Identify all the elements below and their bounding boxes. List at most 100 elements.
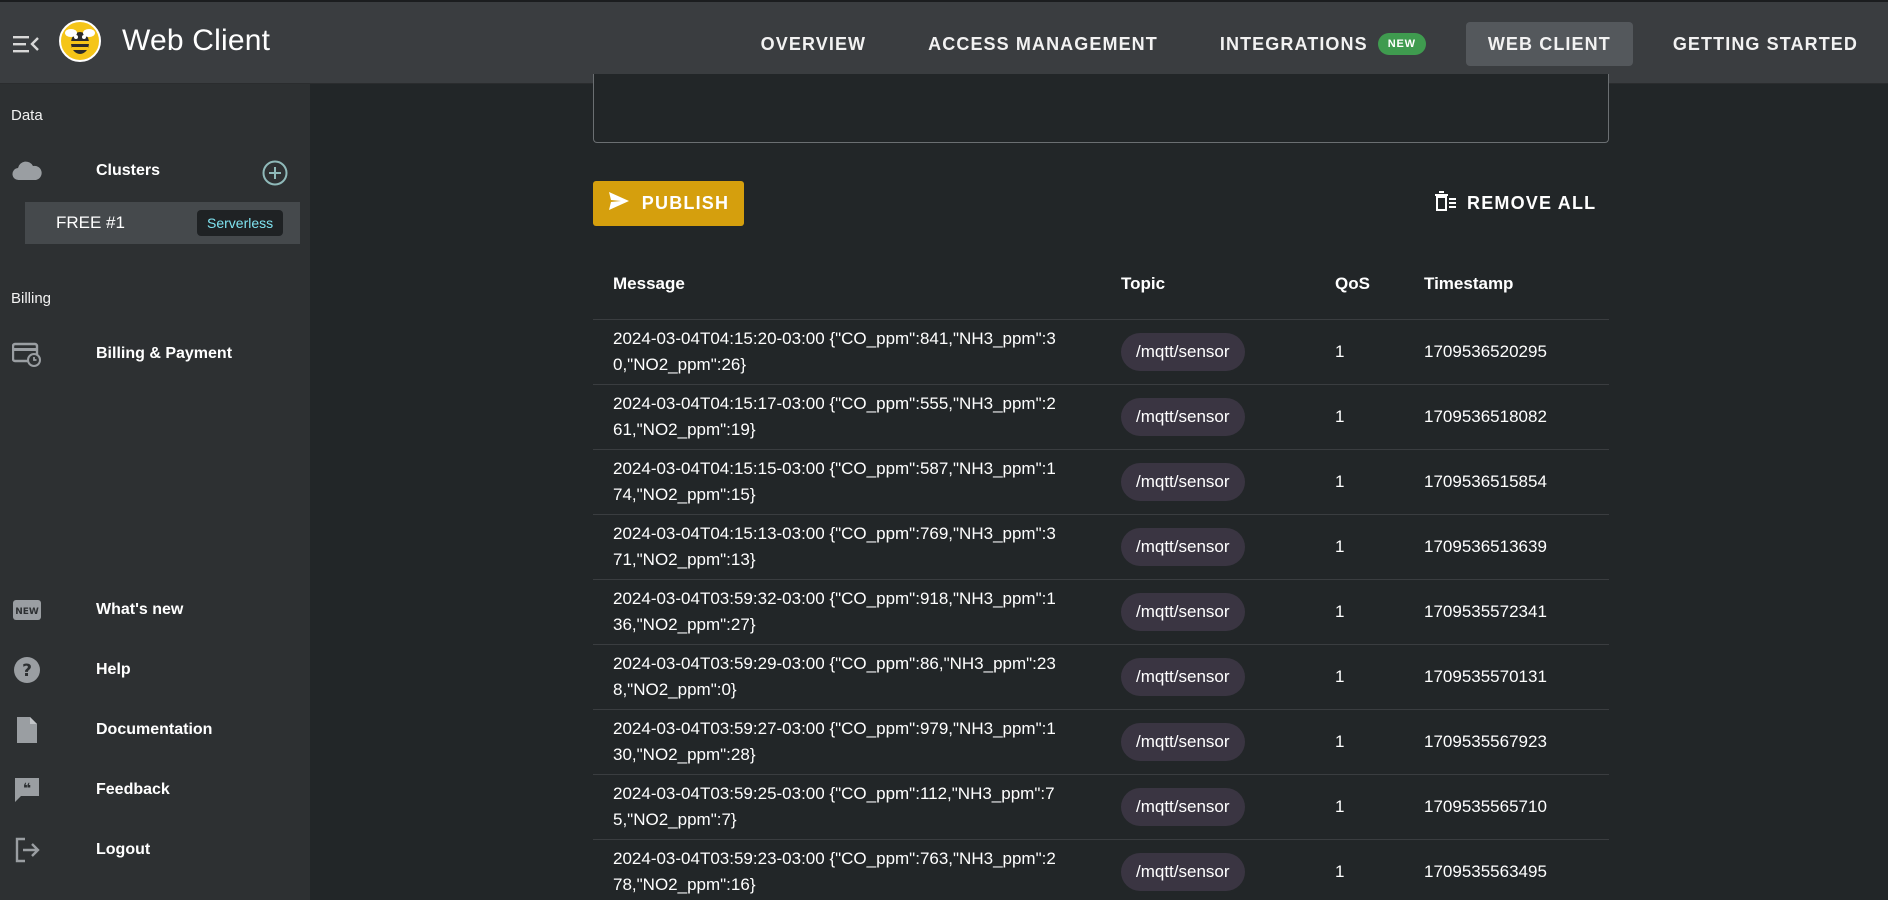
sidebar-item-logout[interactable]: Logout: [0, 828, 310, 872]
timestamp-cell: 1709535572341: [1404, 579, 1609, 645]
message-cell: 2024-03-04T03:59:29-03:00 {"CO_ppm":86,"…: [593, 644, 1101, 710]
nav-access-management-label: ACCESS MANAGEMENT: [928, 33, 1158, 54]
qos-cell: 1: [1315, 319, 1404, 385]
sidebar-item-clusters-label: Clusters: [96, 162, 161, 179]
feedback-icon: ❝: [12, 775, 42, 805]
topic-chip: /mqtt/sensor: [1121, 462, 1245, 501]
qos-cell: 1: [1315, 709, 1404, 775]
timestamp-cell: 1709535565710: [1404, 774, 1609, 840]
new-icon: NEW: [12, 595, 42, 625]
message-cell: 2024-03-04T03:59:23-03:00 {"CO_ppm":763,…: [593, 839, 1101, 900]
timestamp-cell: 1709536518082: [1404, 384, 1609, 450]
add-cluster-icon[interactable]: [262, 160, 288, 186]
clear-all-icon: [1435, 191, 1457, 216]
send-icon: [608, 191, 630, 216]
sidebar-item-documentation[interactable]: Documentation: [0, 708, 310, 752]
message-cell: 2024-03-04T04:15:13-03:00 {"CO_ppm":769,…: [593, 514, 1101, 580]
cluster-name: FREE #1: [56, 213, 125, 232]
topic-cell: /mqtt/sensor: [1101, 319, 1315, 385]
sidebar-item-feedback[interactable]: ❝ Feedback: [0, 768, 310, 812]
app-title: Web Client: [122, 24, 271, 57]
message-cell: 2024-03-04T03:59:27-03:00 {"CO_ppm":979,…: [593, 709, 1101, 775]
cloud-icon: [12, 156, 42, 186]
topic-cell: /mqtt/sensor: [1101, 839, 1315, 900]
topic-cell: /mqtt/sensor: [1101, 514, 1315, 580]
payload-textarea[interactable]: [593, 74, 1609, 143]
column-header-qos[interactable]: QoS: [1315, 250, 1404, 320]
nav-getting-started[interactable]: GETTING STARTED: [1651, 22, 1880, 66]
sidebar-item-feedback-label: Feedback: [96, 781, 170, 798]
table-header-row: Message Topic QoS Timestamp: [593, 250, 1609, 320]
document-icon: [12, 715, 42, 745]
nav-integrations-label: INTEGRATIONS: [1219, 33, 1368, 54]
table-row[interactable]: 2024-03-04T03:59:23-03:00 {"CO_ppm":763,…: [593, 839, 1609, 900]
timestamp-cell: 1709536515854: [1404, 449, 1609, 515]
svg-text:?: ?: [22, 661, 32, 681]
message-cell: 2024-03-04T03:59:32-03:00 {"CO_ppm":918,…: [593, 579, 1101, 645]
menu-collapse-icon[interactable]: [13, 32, 39, 56]
nav-overview-label: OVERVIEW: [760, 33, 867, 54]
sidebar-item-documentation-label: Documentation: [96, 721, 213, 738]
sidebar: Data Clusters FREE #1 Serverless Billing: [0, 84, 310, 900]
topic-chip: /mqtt/sensor: [1121, 722, 1245, 761]
table-row[interactable]: 2024-03-04T04:15:17-03:00 {"CO_ppm":555,…: [593, 384, 1609, 450]
remove-all-button-label: REMOVE ALL: [1467, 193, 1597, 213]
nav-access-management[interactable]: ACCESS MANAGEMENT: [906, 22, 1180, 66]
topic-cell: /mqtt/sensor: [1101, 449, 1315, 515]
qos-cell: 1: [1315, 774, 1404, 840]
nav-integrations[interactable]: INTEGRATIONS NEW: [1198, 22, 1448, 66]
message-cell: 2024-03-04T04:15:17-03:00 {"CO_ppm":555,…: [593, 384, 1101, 450]
topic-chip: /mqtt/sensor: [1121, 657, 1245, 696]
sidebar-item-whats-new[interactable]: NEW What's new: [0, 588, 310, 632]
serverless-badge: Serverless: [197, 210, 284, 236]
svg-text:NEW: NEW: [15, 607, 39, 617]
timestamp-cell: 1709535563495: [1404, 839, 1609, 900]
column-header-topic[interactable]: Topic: [1101, 250, 1315, 320]
timestamp-cell: 1709535567923: [1404, 709, 1609, 775]
publish-button[interactable]: PUBLISH: [593, 181, 744, 226]
top-bar: Web Client OVERVIEW ACCESS MANAGEMENT IN…: [0, 0, 1888, 84]
cluster-card[interactable]: FREE #1 Serverless: [25, 202, 300, 244]
qos-cell: 1: [1315, 449, 1404, 515]
sidebar-item-help[interactable]: ? Help: [0, 648, 310, 692]
timestamp-cell: 1709535570131: [1404, 644, 1609, 710]
remove-all-button[interactable]: REMOVE ALL: [1435, 181, 1596, 226]
sidebar-item-whats-new-label: What's new: [96, 601, 184, 618]
table-row[interactable]: 2024-03-04T03:59:32-03:00 {"CO_ppm":918,…: [593, 579, 1609, 645]
topic-chip: /mqtt/sensor: [1121, 527, 1245, 566]
topic-cell: /mqtt/sensor: [1101, 774, 1315, 840]
qos-cell: 1: [1315, 579, 1404, 645]
nav-overview[interactable]: OVERVIEW: [739, 22, 889, 66]
message-cell: 2024-03-04T03:59:25-03:00 {"CO_ppm":112,…: [593, 774, 1101, 840]
table-row[interactable]: 2024-03-04T04:15:20-03:00 {"CO_ppm":841,…: [593, 319, 1609, 385]
qos-cell: 1: [1315, 384, 1404, 450]
help-icon: ?: [12, 655, 42, 685]
topic-chip: /mqtt/sensor: [1121, 332, 1245, 371]
sidebar-item-billing[interactable]: Billing & Payment: [0, 332, 310, 376]
sidebar-item-help-label: Help: [96, 661, 131, 678]
new-badge: NEW: [1377, 33, 1426, 55]
timestamp-cell: 1709536520295: [1404, 319, 1609, 385]
qos-cell: 1: [1315, 839, 1404, 900]
svg-text:❝: ❝: [23, 781, 31, 797]
logout-icon: [12, 835, 42, 865]
table-row[interactable]: 2024-03-04T04:15:13-03:00 {"CO_ppm":769,…: [593, 514, 1609, 580]
column-header-timestamp[interactable]: Timestamp: [1404, 250, 1609, 320]
timestamp-cell: 1709536513639: [1404, 514, 1609, 580]
column-header-message[interactable]: Message: [593, 250, 1101, 320]
sidebar-item-billing-label: Billing & Payment: [96, 345, 233, 362]
topic-cell: /mqtt/sensor: [1101, 384, 1315, 450]
message-cell: 2024-03-04T04:15:15-03:00 {"CO_ppm":587,…: [593, 449, 1101, 515]
table-row[interactable]: 2024-03-04T03:59:27-03:00 {"CO_ppm":979,…: [593, 709, 1609, 775]
table-row[interactable]: 2024-03-04T03:59:25-03:00 {"CO_ppm":112,…: [593, 774, 1609, 840]
table-row[interactable]: 2024-03-04T04:15:15-03:00 {"CO_ppm":587,…: [593, 449, 1609, 515]
topic-cell: /mqtt/sensor: [1101, 579, 1315, 645]
topic-chip: /mqtt/sensor: [1121, 852, 1245, 891]
topic-chip: /mqtt/sensor: [1121, 397, 1245, 436]
messages-table: Message Topic QoS Timestamp 2024-03-04T0…: [593, 250, 1609, 900]
nav-getting-started-label: GETTING STARTED: [1672, 33, 1858, 54]
table-row[interactable]: 2024-03-04T03:59:29-03:00 {"CO_ppm":86,"…: [593, 644, 1609, 710]
nav-web-client[interactable]: WEB CLIENT: [1465, 22, 1633, 66]
billing-icon: [12, 339, 42, 369]
section-label-data: Data: [11, 107, 43, 124]
